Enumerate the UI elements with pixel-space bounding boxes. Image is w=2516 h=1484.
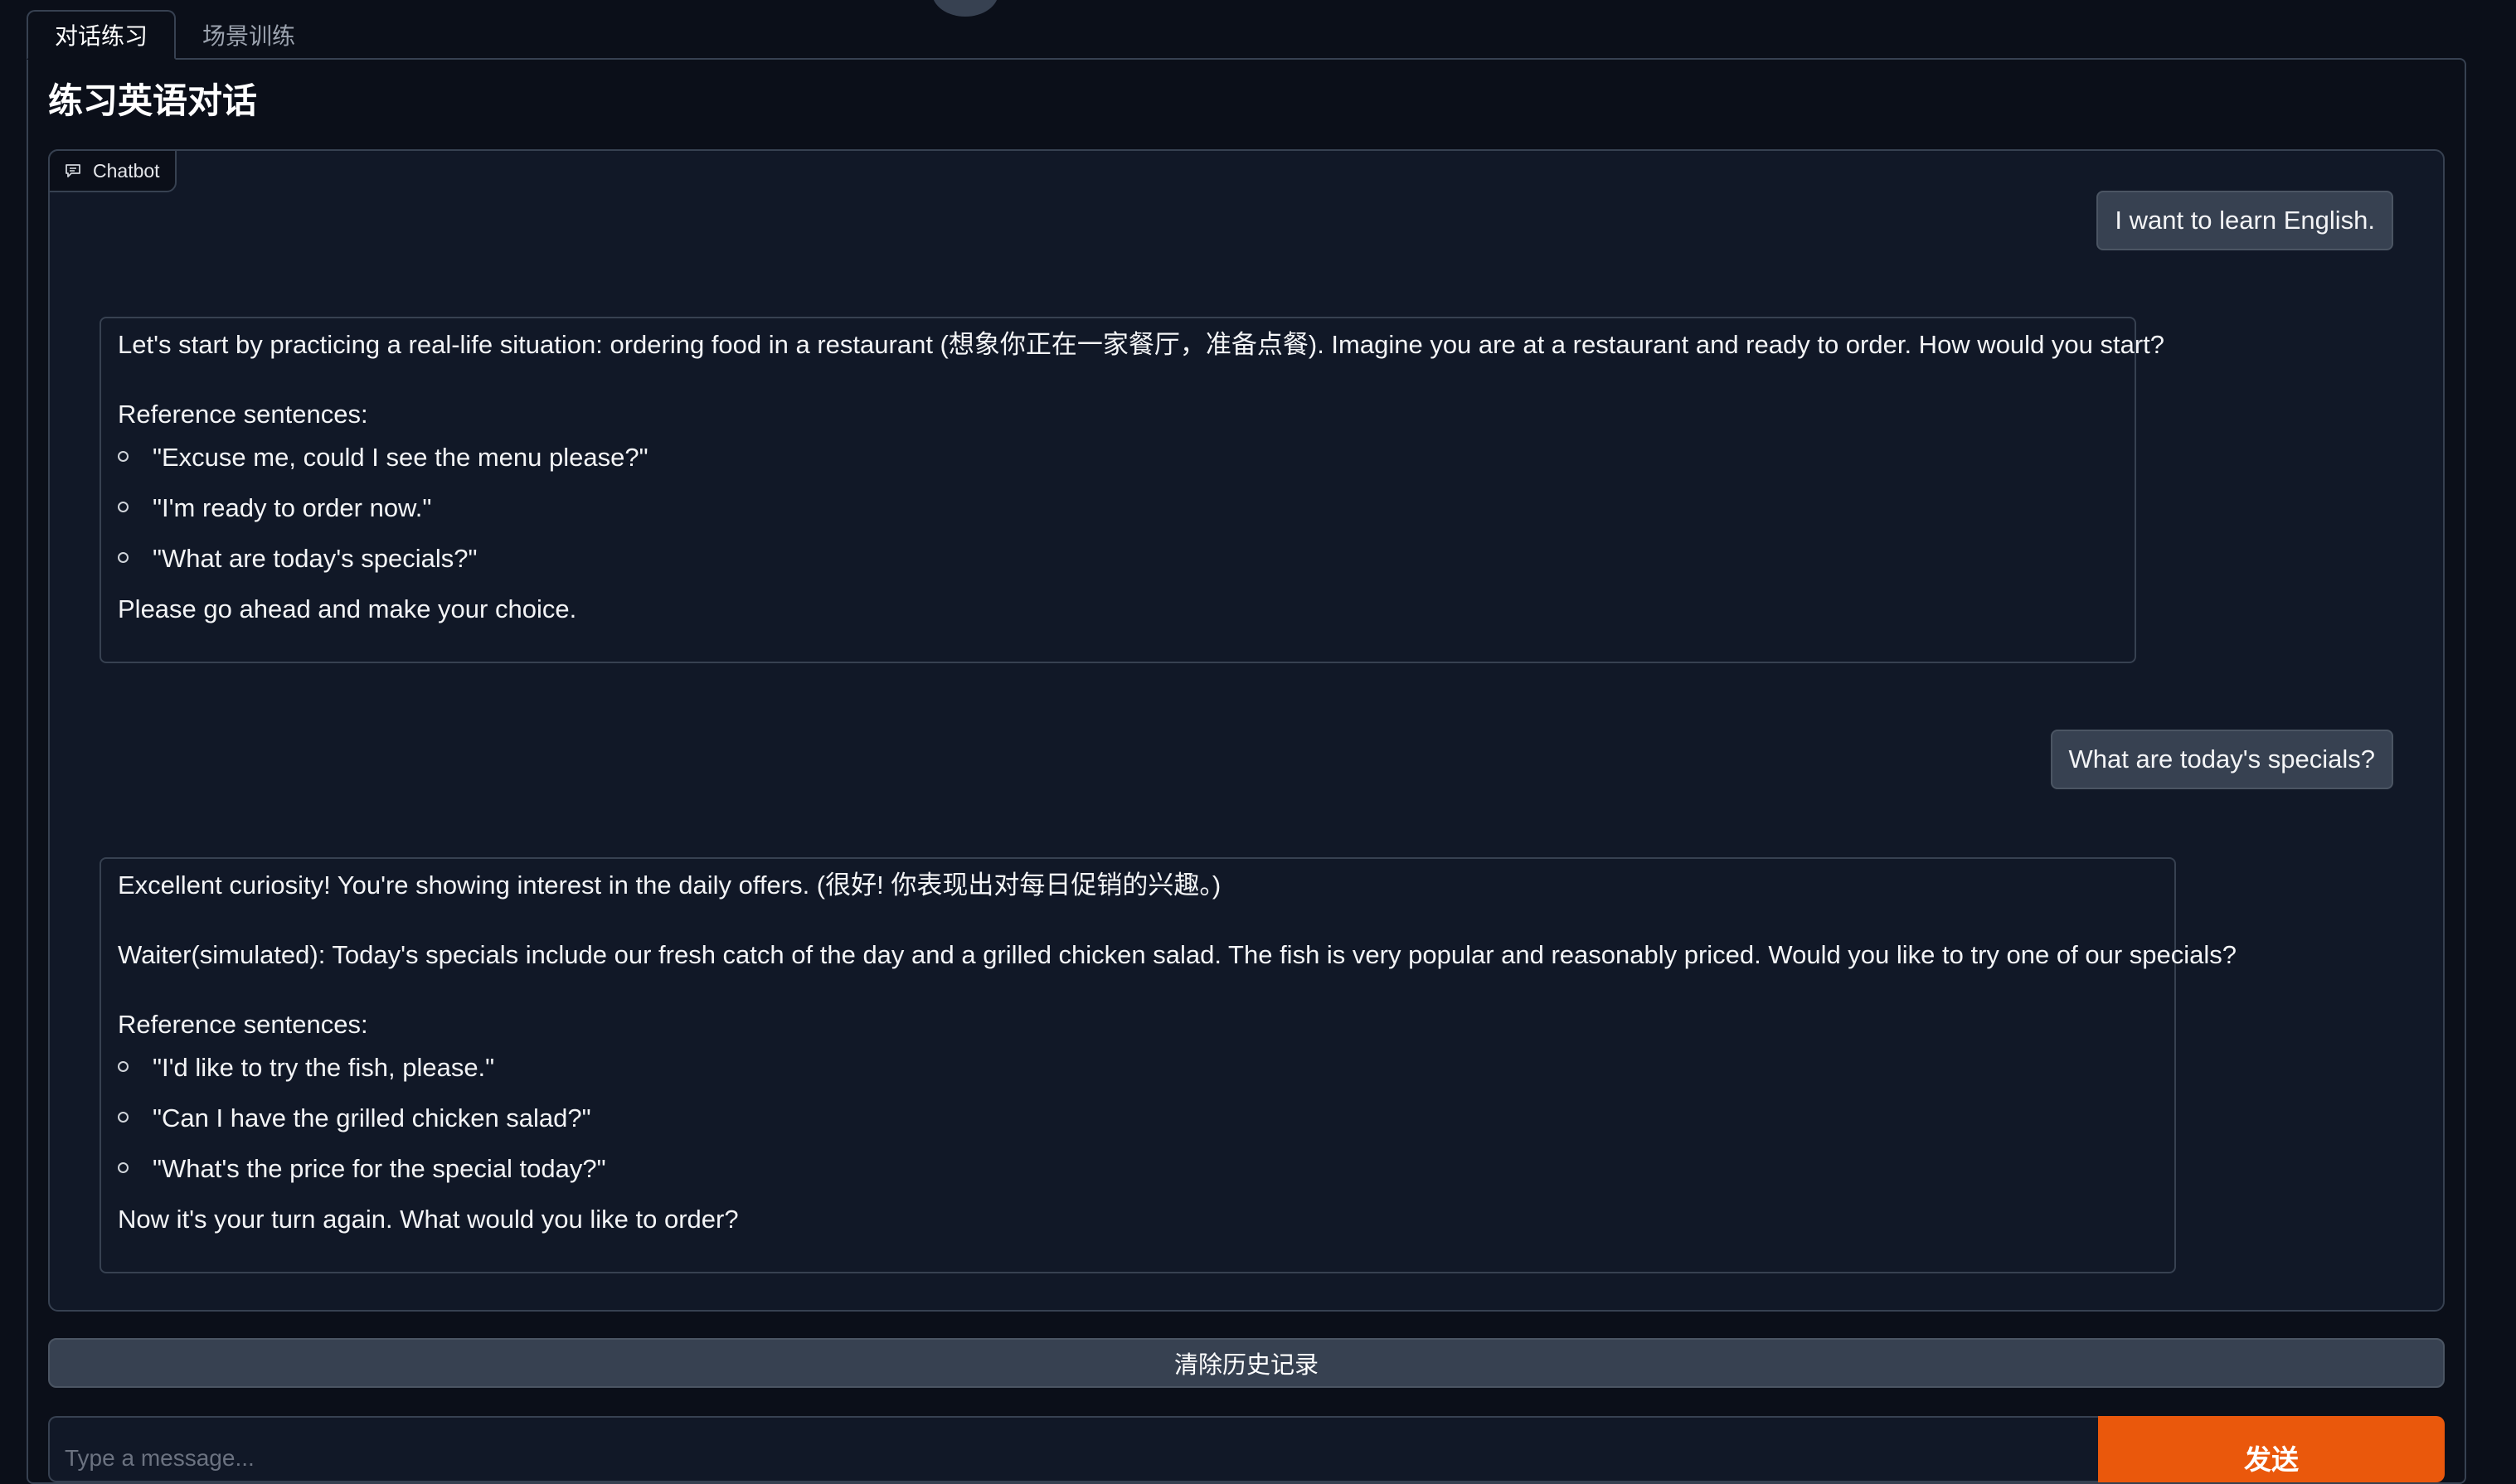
message-closing: Please go ahead and make your choice. (118, 594, 577, 623)
page-title: 练习英语对话 (48, 81, 258, 120)
list-item: "I'm ready to order now." (118, 490, 2118, 541)
list-item: "What's the price for the special today?… (118, 1151, 2158, 1201)
list-item: "Excuse me, could I see the menu please?… (118, 439, 2118, 490)
list-item: "Can I have the grilled chicken salad?" (118, 1100, 2158, 1151)
message-paragraph: Reference sentences: (118, 400, 368, 429)
message-paragraph: Waiter(simulated): Today's specials incl… (118, 940, 2237, 969)
user-message: I want to learn English. (2096, 191, 2393, 250)
message-closing: Now it's your turn again. What would you… (118, 1205, 739, 1234)
chat-bubble-icon (65, 163, 81, 178)
message-input[interactable] (48, 1416, 2098, 1482)
reference-list: "Excuse me, could I see the menu please?… (118, 439, 2118, 591)
send-button[interactable]: 发送 (2098, 1416, 2445, 1482)
tab-scenario-training[interactable]: 场景训练 (176, 10, 322, 60)
user-message: What are today's specials? (2050, 730, 2393, 789)
tab-dialogue-practice[interactable]: 对话练习 (27, 10, 177, 60)
chatbot-label-text: Chatbot (93, 159, 160, 182)
clear-history-button[interactable]: 清除历史记录 (48, 1338, 2445, 1388)
tab-bar: 对话练习 场景训练 (27, 8, 322, 60)
list-item: "I'd like to try the fish, please." (118, 1050, 2158, 1100)
bot-message: Excellent curiosity! You're showing inte… (100, 857, 2237, 1273)
message-input-row: 发送 (48, 1416, 2445, 1482)
message-paragraph: Reference sentences: (118, 1010, 368, 1039)
message-paragraph: Let's start by practicing a real-life si… (118, 330, 2165, 359)
list-item: "What are today's specials?" (118, 541, 2118, 591)
reference-list: "I'd like to try the fish, please." "Can… (118, 1050, 2158, 1201)
top-indicator (932, 0, 998, 17)
message-paragraph: Excellent curiosity! You're showing inte… (118, 871, 1222, 900)
chatbot-label: Chatbot (48, 149, 177, 192)
bot-message: Let's start by practicing a real-life si… (100, 317, 2165, 663)
chatbot-panel: Chatbot I want to learn English. Let's s… (48, 149, 2445, 1312)
